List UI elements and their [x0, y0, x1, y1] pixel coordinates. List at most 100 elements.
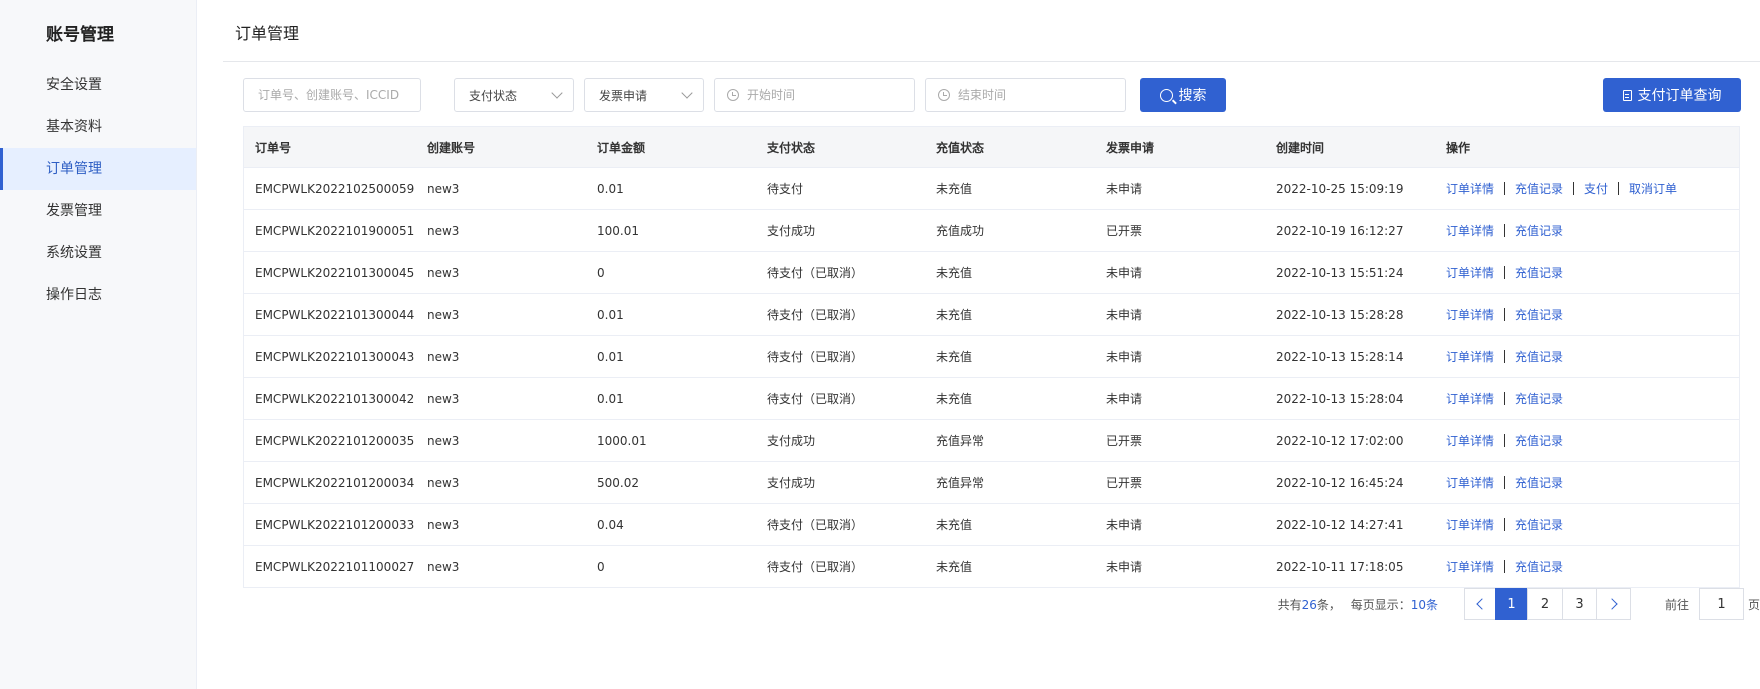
end-time-input[interactable] [958, 79, 1125, 111]
column-header[interactable]: 订单号 [244, 139, 416, 156]
table-row: EMCPWLK2022101900051 new3 100.01 支付成功 充值成功 已开… [244, 210, 1739, 252]
amount-cell: 100.01 [597, 223, 639, 238]
order-detail-link[interactable]: 订单详情 [1446, 222, 1494, 239]
payment-query-button[interactable]: 支付订单查询 [1603, 78, 1741, 112]
order-detail-link[interactable]: 订单详情 [1446, 390, 1494, 407]
created-time-cell: 2022-10-11 17:18:05 [1276, 559, 1404, 574]
invoice-cell: 已开票 [1106, 434, 1143, 448]
recharge-record-link[interactable]: 充值记录 [1515, 222, 1563, 239]
start-time-picker[interactable] [714, 78, 915, 112]
search-icon [1159, 88, 1173, 102]
sidebar-item-orders[interactable]: 订单管理 [0, 148, 196, 190]
chevron-right-icon [1606, 598, 1618, 610]
row-actions: 订单详情 充值记录 [1435, 306, 1739, 323]
recharge-record-link[interactable]: 充值记录 [1515, 306, 1563, 323]
order-detail-link[interactable]: 订单详情 [1446, 432, 1494, 449]
order-detail-link[interactable]: 订单详情 [1446, 474, 1494, 491]
column-header[interactable]: 充值状态 [925, 139, 1095, 156]
pagination: 共有26条， 每页显示：10条 1 2 3 前往 1 页 [223, 588, 1760, 620]
recharge-record-link[interactable]: 充值记录 [1515, 390, 1563, 407]
created-time-cell: 2022-10-13 15:51:24 [1276, 265, 1404, 280]
keyword-input[interactable] [244, 79, 420, 111]
recharge-record-link[interactable]: 充值记录 [1515, 264, 1563, 281]
page-button-3[interactable]: 3 [1562, 588, 1597, 620]
column-header[interactable]: 发票申请 [1095, 139, 1265, 156]
action-separator [1504, 434, 1506, 447]
account-cell: new3 [427, 181, 460, 196]
action-separator [1618, 182, 1620, 195]
recharge-status-cell: 充值成功 [936, 224, 985, 238]
created-time-cell: 2022-10-25 15:09:19 [1276, 181, 1404, 196]
account-cell: new3 [427, 307, 460, 322]
goto-page-input[interactable]: 1 [1699, 588, 1744, 620]
action-separator [1504, 224, 1506, 237]
start-time-input[interactable] [747, 79, 914, 111]
table-row: EMCPWLK2022101300042 new3 0.01 待支付（已取消） 未充值 未… [244, 378, 1739, 420]
page-button-1[interactable]: 1 [1495, 588, 1528, 620]
search-button-label: 搜索 [1178, 88, 1207, 104]
cancel-order-link[interactable]: 取消订单 [1629, 180, 1677, 197]
order-detail-link[interactable]: 订单详情 [1446, 180, 1494, 197]
next-page-button[interactable] [1596, 588, 1631, 620]
invoice-cell: 未申请 [1106, 266, 1143, 280]
chevron-left-icon [1475, 598, 1488, 610]
column-header[interactable]: 订单金额 [586, 139, 756, 156]
created-time-cell: 2022-10-13 15:28:14 [1276, 349, 1404, 364]
pay-status-select[interactable]: 支付状态 [454, 78, 574, 112]
prev-page-button[interactable] [1464, 588, 1496, 620]
action-separator [1504, 182, 1506, 195]
recharge-status-cell: 未充值 [936, 350, 973, 364]
account-cell: new3 [427, 475, 460, 490]
table-row: EMCPWLK2022101300043 new3 0.01 待支付（已取消） 未充值 未… [244, 336, 1739, 378]
row-actions: 订单详情 充值记录 [1435, 390, 1739, 407]
column-header[interactable]: 创建账号 [416, 139, 586, 156]
recharge-record-link[interactable]: 充值记录 [1515, 348, 1563, 365]
table-row: EMCPWLK2022101300044 new3 0.01 待支付（已取消） 未充值 未… [244, 294, 1739, 336]
recharge-status-cell: 未充值 [936, 560, 973, 574]
clock-icon [938, 89, 950, 101]
pay-status-cell: 待支付（已取消） [767, 518, 864, 532]
column-header[interactable]: 创建时间 [1265, 139, 1435, 156]
sidebar-item-security[interactable]: 安全设置 [0, 64, 196, 106]
recharge-record-link[interactable]: 充值记录 [1515, 180, 1563, 197]
invoice-label: 发票申请 [599, 88, 648, 103]
order-detail-link[interactable]: 订单详情 [1446, 558, 1494, 575]
sidebar-item-settings[interactable]: 系统设置 [0, 232, 196, 274]
recharge-record-link[interactable]: 充值记录 [1515, 516, 1563, 533]
created-time-cell: 2022-10-12 14:27:41 [1276, 517, 1404, 532]
recharge-record-link[interactable]: 充值记录 [1515, 558, 1563, 575]
sidebar-item-profile[interactable]: 基本资料 [0, 106, 196, 148]
table-row: EMCPWLK2022101200034 new3 500.02 支付成功 充值异常 已开… [244, 462, 1739, 504]
keyword-field[interactable] [243, 78, 421, 112]
pay-status-cell: 待支付（已取消） [767, 350, 864, 364]
order-detail-link[interactable]: 订单详情 [1446, 516, 1494, 533]
search-button[interactable]: 搜索 [1140, 78, 1226, 112]
invoice-select[interactable]: 发票申请 [584, 78, 704, 112]
sidebar-item-logs[interactable]: 操作日志 [0, 274, 196, 316]
recharge-record-link[interactable]: 充值记录 [1515, 432, 1563, 449]
invoice-cell: 未申请 [1106, 560, 1143, 574]
order-detail-link[interactable]: 订单详情 [1446, 348, 1494, 365]
amount-cell: 0.04 [597, 517, 624, 532]
sidebar-item-invoices[interactable]: 发票管理 [0, 190, 196, 232]
clock-icon [727, 89, 739, 101]
account-cell: new3 [427, 433, 460, 448]
created-time-cell: 2022-10-12 16:45:24 [1276, 475, 1404, 490]
order-detail-link[interactable]: 订单详情 [1446, 306, 1494, 323]
recharge-record-link[interactable]: 充值记录 [1515, 474, 1563, 491]
account-cell: new3 [427, 391, 460, 406]
document-icon [1622, 89, 1632, 101]
recharge-status-cell: 充值异常 [936, 476, 985, 490]
page-button-2[interactable]: 2 [1527, 588, 1563, 620]
end-time-picker[interactable] [925, 78, 1126, 112]
pay-status-cell: 待支付（已取消） [767, 392, 864, 406]
invoice-cell: 未申请 [1106, 182, 1143, 196]
pay-link[interactable]: 支付 [1584, 180, 1608, 197]
order-detail-link[interactable]: 订单详情 [1446, 264, 1494, 281]
column-header[interactable]: 支付状态 [756, 139, 925, 156]
page-title: 订单管理 [235, 24, 300, 43]
row-actions: 订单详情 充值记录 [1435, 432, 1739, 449]
table-header: 订单号 创建账号 订单金额 支付状态 充值状态 发票申请 创建时间 操作 [244, 127, 1739, 168]
account-cell: new3 [427, 349, 460, 364]
action-separator [1504, 518, 1506, 531]
